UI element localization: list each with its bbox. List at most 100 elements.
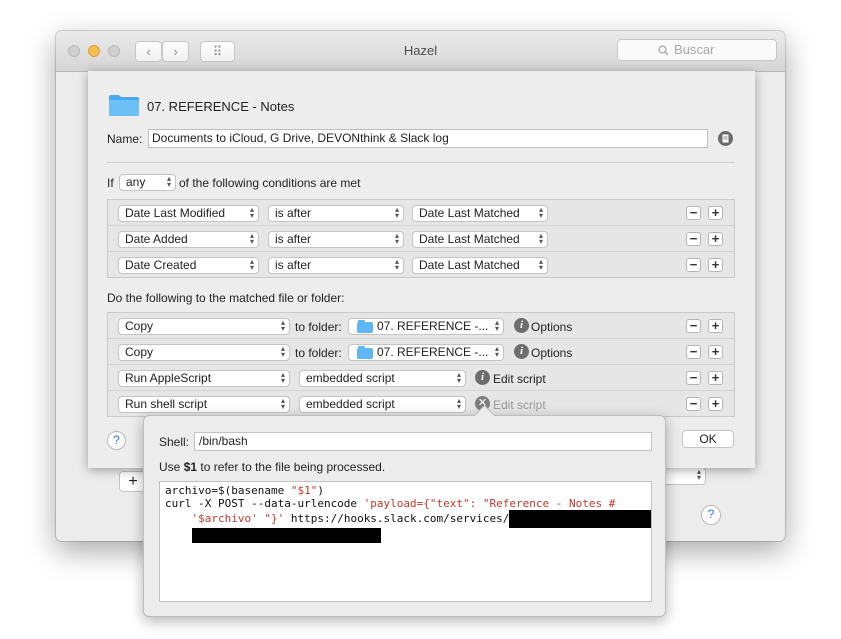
folder-title: 07. REFERENCE - Notes: [147, 99, 295, 114]
add-action-button[interactable]: +: [708, 345, 723, 359]
rule-name-input[interactable]: Documents to iCloud, G Drive, DEVONthink…: [148, 129, 708, 148]
conditions-label: of the following conditions are met: [179, 176, 361, 190]
help-button[interactable]: ?: [107, 431, 126, 450]
condition-attribute: Date Last Modified: [125, 206, 226, 220]
target-folder: 07. REFERENCE -...: [377, 345, 489, 359]
script-source: embedded script: [306, 371, 395, 385]
shell-path-input[interactable]: /bin/bash: [194, 432, 652, 451]
script-editor[interactable]: archivo=$(basename "$1") curl -X POST --…: [159, 481, 652, 602]
code-string: '$archivo' "}': [191, 512, 285, 525]
condition-row: Date Created ▴ ▾ is after ▴ ▾ Date Last Matc…: [108, 252, 734, 278]
options-link[interactable]: Options: [531, 346, 572, 360]
ok-button[interactable]: OK: [682, 430, 734, 448]
action-type: Run AppleScript: [125, 371, 212, 385]
action-type-popup[interactable]: Run AppleScript ▴ ▾: [118, 370, 290, 387]
info-icon[interactable]: i: [514, 344, 529, 359]
script-editor-popover: Shell: /bin/bash Use $1 to refer to the …: [143, 404, 666, 617]
code-string: 'payload={"text": "Reference - Notes #: [363, 497, 616, 510]
remove-action-button[interactable]: −: [686, 345, 701, 359]
add-action-button[interactable]: +: [708, 319, 723, 333]
match-mode-value: any: [126, 175, 146, 189]
action-row: Copy ▴ ▾ to folder: 07. REFERENCE -... ▴ ▾ i…: [108, 313, 734, 339]
search-field[interactable]: Buscar: [617, 39, 777, 61]
action-type: Copy: [125, 345, 154, 359]
match-mode-popup[interactable]: any ▴ ▾: [119, 174, 176, 191]
condition-row: Date Last Modified ▴ ▾ is after ▴ ▾ Date Las…: [108, 200, 734, 226]
code-text: archivo=$(basename: [165, 484, 291, 497]
condition-row: Date Added ▴ ▾ is after ▴ ▾ Date Last Matche…: [108, 226, 734, 252]
rule-editor-sheet: 07. REFERENCE - Notes Name: Documents to…: [88, 71, 755, 468]
add-condition-button[interactable]: +: [708, 206, 723, 220]
redacted-block: [191, 528, 381, 543]
action-row: Copy ▴ ▾ to folder: 07. REFERENCE -... ▴ ▾ i…: [108, 339, 734, 365]
remove-action-button[interactable]: −: [686, 319, 701, 333]
condition-value: Date Last Matched: [419, 206, 520, 220]
if-label: If: [107, 176, 114, 190]
action-type-popup[interactable]: Copy ▴ ▾: [118, 344, 290, 361]
hint-prefix: Use: [159, 460, 181, 474]
code-text: curl -X POST --data-urlencode: [165, 497, 364, 510]
background-help-button[interactable]: ?: [701, 505, 721, 525]
title-bar: ‹ › ⠿ Hazel Buscar: [56, 31, 785, 72]
shell-hint: Use $1 to refer to the file being proces…: [159, 460, 385, 474]
action-row: Run shell script ▴ ▾ embedded script ▴ ▾ ✕ E…: [108, 391, 734, 417]
folder-icon: [357, 320, 373, 333]
target-folder-popup[interactable]: 07. REFERENCE -... ▴ ▾: [348, 344, 504, 361]
notes-icon[interactable]: [718, 131, 733, 146]
code-text: ): [317, 484, 324, 497]
condition-attribute-popup[interactable]: Date Created ▴ ▾: [118, 257, 259, 274]
background-popup[interactable]: ▴ ▾: [662, 467, 706, 485]
condition-value: Date Last Matched: [419, 258, 520, 272]
condition-value-popup[interactable]: Date Last Matched ▴ ▾: [412, 257, 548, 274]
remove-condition-button[interactable]: −: [686, 206, 701, 220]
remove-condition-button[interactable]: −: [686, 232, 701, 246]
script-source-popup[interactable]: embedded script ▴ ▾: [299, 370, 466, 387]
info-icon[interactable]: i: [514, 318, 529, 333]
actions-list: Copy ▴ ▾ to folder: 07. REFERENCE -... ▴ ▾ i…: [107, 312, 735, 417]
script-source-popup[interactable]: embedded script ▴ ▾: [299, 396, 466, 413]
code-text: https://hooks.slack.com/services/: [284, 512, 510, 525]
condition-operator-popup[interactable]: is after ▴ ▾: [268, 231, 404, 248]
condition-value-popup[interactable]: Date Last Matched ▴ ▾: [412, 231, 548, 248]
remove-action-button[interactable]: −: [686, 397, 701, 411]
target-folder-popup[interactable]: 07. REFERENCE -... ▴ ▾: [348, 318, 504, 335]
condition-operator-popup[interactable]: is after ▴ ▾: [268, 205, 404, 222]
edit-script-link[interactable]: Edit script: [493, 372, 546, 386]
options-link[interactable]: Options: [531, 320, 572, 334]
add-condition-button[interactable]: +: [708, 232, 723, 246]
action-type-popup[interactable]: Copy ▴ ▾: [118, 318, 290, 335]
condition-attribute: Date Created: [125, 258, 197, 272]
separator: [107, 162, 735, 163]
conditions-list: Date Last Modified ▴ ▾ is after ▴ ▾ Date Las…: [107, 199, 735, 278]
condition-value-popup[interactable]: Date Last Matched ▴ ▾: [412, 205, 548, 222]
folder-icon: [109, 95, 139, 116]
action-row: Run AppleScript ▴ ▾ embedded script ▴ ▾ i Ed…: [108, 365, 734, 391]
condition-attribute-popup[interactable]: Date Added ▴ ▾: [118, 231, 259, 248]
condition-attribute-popup[interactable]: Date Last Modified ▴ ▾: [118, 205, 259, 222]
edit-script-link[interactable]: Edit script: [493, 398, 546, 412]
name-label: Name:: [107, 132, 143, 146]
condition-value: Date Last Matched: [419, 232, 520, 246]
condition-operator-popup[interactable]: is after ▴ ▾: [268, 257, 404, 274]
folder-icon: [357, 346, 373, 359]
condition-operator: is after: [275, 206, 312, 220]
target-folder: 07. REFERENCE -...: [377, 319, 489, 333]
condition-attribute: Date Added: [125, 232, 188, 246]
search-icon: [658, 45, 669, 56]
remove-action-button[interactable]: −: [686, 371, 701, 385]
add-condition-button[interactable]: +: [708, 258, 723, 272]
add-action-button[interactable]: +: [708, 397, 723, 411]
action-type: Run shell script: [125, 397, 208, 411]
hint-suffix: to refer to the file being processed.: [200, 460, 386, 474]
actions-label: Do the following to the matched file or …: [107, 291, 345, 305]
info-icon[interactable]: i: [475, 370, 490, 385]
to-folder-label: to folder:: [295, 346, 342, 360]
action-type: Copy: [125, 319, 154, 333]
action-type-popup[interactable]: Run shell script ▴ ▾: [118, 396, 290, 413]
redacted-block: [509, 510, 651, 528]
to-folder-label: to folder:: [295, 320, 342, 334]
remove-condition-button[interactable]: −: [686, 258, 701, 272]
code-string: "$1": [290, 484, 318, 497]
script-source: embedded script: [306, 397, 395, 411]
add-action-button[interactable]: +: [708, 371, 723, 385]
